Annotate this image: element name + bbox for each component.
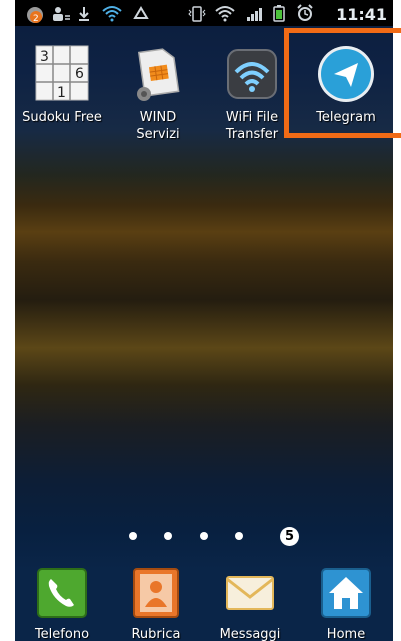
home-icon: [320, 567, 372, 619]
dock-home[interactable]: Home: [301, 567, 391, 641]
vibrate-icon: [187, 6, 207, 25]
user-sync-icon: [51, 6, 71, 25]
messages-icon: [224, 567, 276, 619]
page-indicator-dot[interactable]: [129, 532, 137, 540]
dock-rubrica[interactable]: Rubrica: [111, 567, 201, 641]
wifi-signal-icon: [214, 4, 236, 25]
contacts-icon: [130, 567, 182, 619]
page-indicator-dot[interactable]: [164, 532, 172, 540]
dock-messaggi[interactable]: Messaggi: [205, 567, 295, 641]
alarm-icon: [296, 4, 314, 25]
battery-icon: [273, 4, 285, 25]
notification-icon: 2: [25, 5, 45, 28]
cell-signal-icon: [246, 6, 264, 25]
app-sudoku-free[interactable]: 3 6 1 Sudoku Free: [17, 44, 107, 126]
page-indicator-dot[interactable]: [235, 532, 243, 540]
recycle-icon: [131, 6, 151, 25]
wifi-transfer-icon: [222, 44, 282, 104]
highlight-box: [284, 28, 401, 138]
wifi-icon: [101, 4, 123, 25]
app-label: Sudoku Free: [22, 110, 102, 125]
dock-telefono[interactable]: Telefono: [17, 567, 107, 641]
sim-card-icon: [128, 44, 188, 104]
app-label: Messaggi: [219, 627, 281, 641]
app-label: Rubrica: [131, 627, 181, 641]
svg-text:2: 2: [33, 14, 39, 24]
download-icon: [77, 6, 91, 25]
app-label: WIND Servizi: [136, 110, 180, 142]
page-indicator-current[interactable]: 5: [280, 527, 299, 546]
page-indicator-dot[interactable]: [200, 532, 208, 540]
svg-text:6: 6: [75, 66, 84, 82]
app-label: Home: [326, 627, 366, 641]
phone-icon: [36, 567, 88, 619]
svg-text:1: 1: [57, 85, 66, 101]
status-bar[interactable]: 2 11:41: [15, 0, 393, 26]
app-wind-servizi[interactable]: WIND Servizi: [113, 44, 203, 143]
status-clock: 11:41: [336, 5, 387, 24]
app-label: Telefono: [34, 627, 90, 641]
sudoku-icon: 3 6 1: [32, 44, 92, 104]
svg-text:3: 3: [40, 49, 49, 65]
